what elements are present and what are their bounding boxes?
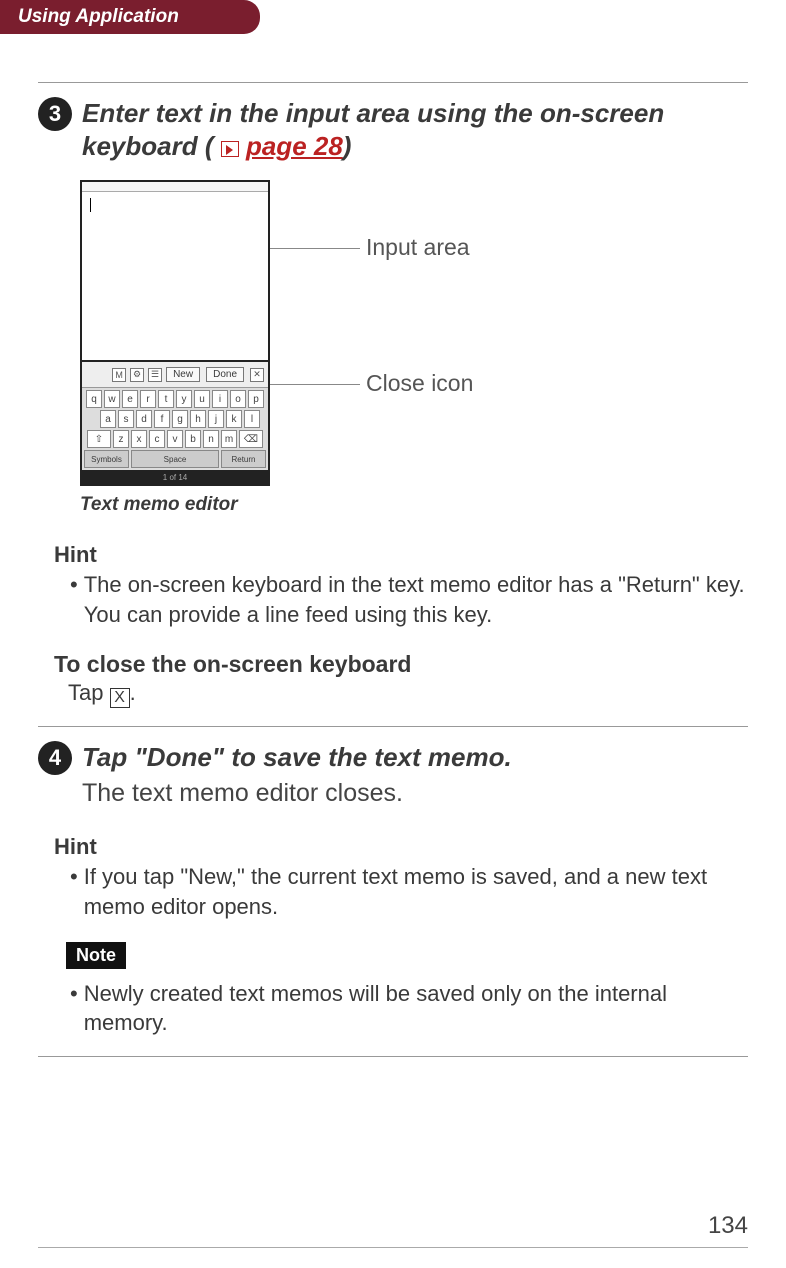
key: n — [203, 430, 219, 448]
hint-2-bullet: • If you tap "New," the current text mem… — [70, 862, 748, 921]
keyboard-toolbar: M ⚙ ☰ New Done ✕ — [82, 362, 268, 388]
keyboard-rows: q w e r t y u i o p a s d f g h — [82, 388, 268, 470]
callout-close-icon: Close icon — [366, 370, 473, 397]
divider — [38, 1056, 748, 1057]
key-symbols: Symbols — [84, 450, 129, 468]
bullet-dot-icon: • — [70, 979, 78, 1038]
new-button: New — [166, 367, 200, 382]
divider — [38, 726, 748, 727]
figure-caption: Text memo editor — [80, 494, 748, 516]
link-arrow-icon — [221, 141, 239, 157]
kb-row-1: q w e r t y u i o p — [84, 390, 266, 408]
step-4-title: Tap "Done" to save the text memo. — [82, 741, 512, 775]
note-badge: Note — [66, 942, 126, 969]
key: w — [104, 390, 120, 408]
key: y — [176, 390, 192, 408]
key: j — [208, 410, 224, 428]
callout-input-area: Input area — [366, 234, 470, 261]
step-3-title-text-b: ) — [343, 131, 352, 161]
key: b — [185, 430, 201, 448]
key: e — [122, 390, 138, 408]
step-3: 3 Enter text in the input area using the… — [38, 97, 748, 162]
kb-row-3: ⇧ z x c v b n m ⌫ — [84, 430, 266, 448]
hint-heading-2: Hint — [54, 834, 748, 860]
key: v — [167, 430, 183, 448]
figure-callouts: Input area Close icon — [288, 180, 508, 480]
section-header: Using Application — [0, 0, 260, 34]
device-topbar — [82, 182, 268, 192]
device-mock: M ⚙ ☰ New Done ✕ q w e r t y u i o p — [80, 180, 270, 486]
page-link[interactable]: page 28 — [246, 131, 343, 161]
step-4-body: The text memo editor closes. — [82, 779, 748, 808]
key: z — [113, 430, 129, 448]
note-text: Newly created text memos will be saved o… — [84, 979, 748, 1038]
page-number: 134 — [708, 1212, 748, 1240]
key: l — [244, 410, 260, 428]
kb-row-2: a s d f g h j k l — [84, 410, 266, 428]
key: c — [149, 430, 165, 448]
kb-row-bottom: Symbols Space Return — [84, 450, 266, 468]
mic-icon: M — [112, 368, 126, 382]
bullet-dot-icon: • — [70, 862, 78, 921]
step-3-number-badge: 3 — [38, 97, 72, 131]
hint-heading-1: Hint — [54, 542, 748, 568]
done-button: Done — [206, 367, 244, 382]
key: s — [118, 410, 134, 428]
key: o — [230, 390, 246, 408]
hint-1-text: The on-screen keyboard in the text memo … — [84, 570, 748, 629]
step-4-number-badge: 4 — [38, 741, 72, 775]
close-keyboard-icon: ✕ — [250, 368, 264, 382]
step-3-title: Enter text in the input area using the o… — [82, 97, 748, 162]
key-space: Space — [131, 450, 219, 468]
close-keyboard-body: Tap X. — [68, 680, 748, 708]
close-keyboard-heading: To close the on-screen keyboard — [54, 651, 748, 678]
close-kb-post: . — [130, 680, 136, 705]
close-x-icon: X — [110, 688, 130, 708]
divider — [38, 82, 748, 83]
key: q — [86, 390, 102, 408]
device-input-area — [82, 192, 268, 362]
figure-row: M ⚙ ☰ New Done ✕ q w e r t y u i o p — [80, 180, 748, 486]
close-kb-pre: Tap — [68, 680, 110, 705]
hint-1-bullet: • The on-screen keyboard in the text mem… — [70, 570, 748, 629]
key: i — [212, 390, 228, 408]
key: r — [140, 390, 156, 408]
page-content: 3 Enter text in the input area using the… — [0, 34, 786, 1057]
callout-line — [270, 248, 360, 249]
hint-2-text: If you tap "New," the current text memo … — [84, 862, 748, 921]
key: u — [194, 390, 210, 408]
key: m — [221, 430, 237, 448]
key: g — [172, 410, 188, 428]
key-return: Return — [221, 450, 266, 468]
key: h — [190, 410, 206, 428]
bullet-dot-icon: • — [70, 570, 78, 629]
menu-icon: ☰ — [148, 368, 162, 382]
key-backspace: ⌫ — [239, 430, 263, 448]
footer-divider — [38, 1247, 748, 1248]
key: a — [100, 410, 116, 428]
key: p — [248, 390, 264, 408]
step-3-title-text-a: Enter text in the input area using the o… — [82, 98, 664, 161]
step-4: 4 Tap "Done" to save the text memo. — [38, 741, 748, 775]
key: t — [158, 390, 174, 408]
gear-icon: ⚙ — [130, 368, 144, 382]
key-shift: ⇧ — [87, 430, 111, 448]
text-cursor-icon — [90, 198, 91, 212]
note-bullet: • Newly created text memos will be saved… — [70, 979, 748, 1038]
device-footer: 1 of 14 — [82, 470, 268, 484]
key: d — [136, 410, 152, 428]
key: k — [226, 410, 242, 428]
callout-line — [270, 384, 360, 385]
key: x — [131, 430, 147, 448]
key: f — [154, 410, 170, 428]
